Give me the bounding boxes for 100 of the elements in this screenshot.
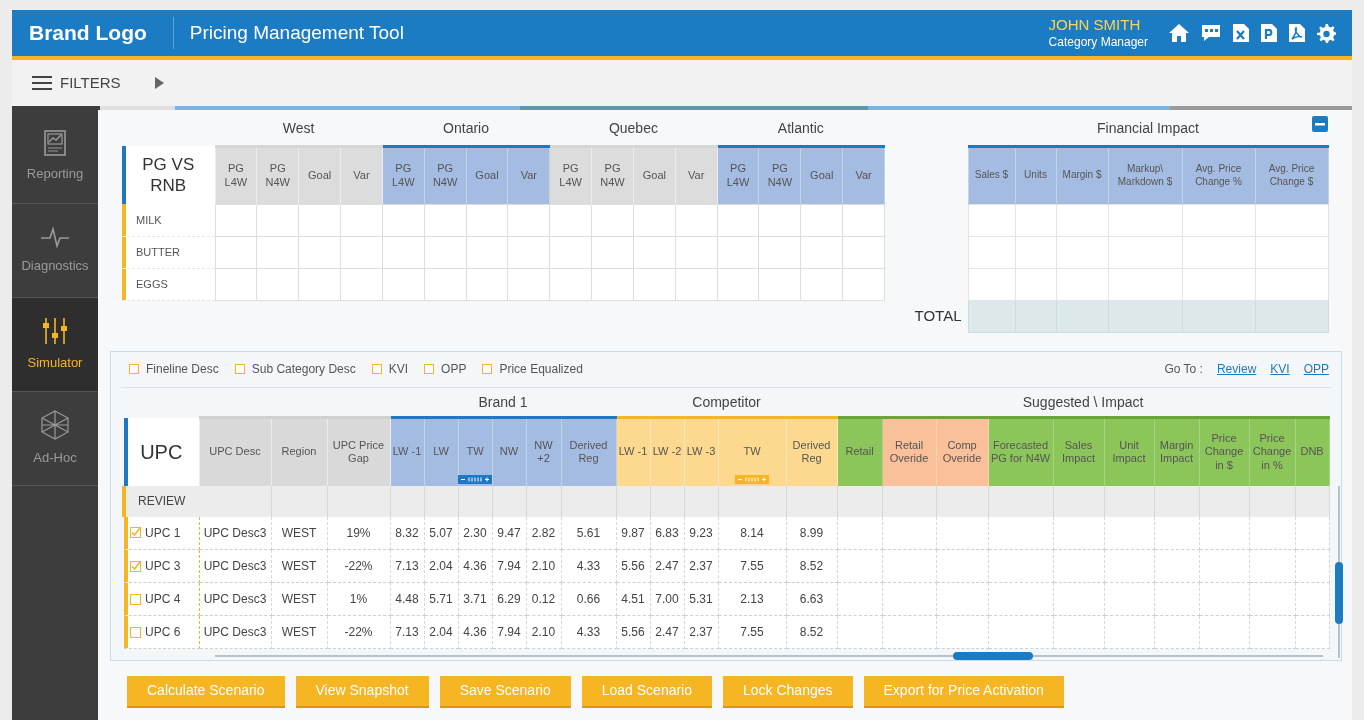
table-cell: UPC Desc3 — [199, 549, 271, 583]
column-header: Derived Reg — [561, 417, 616, 486]
table-cell: WEST — [271, 582, 327, 616]
app-title: Pricing Management Tool — [188, 20, 404, 45]
column-header: NW +2 — [526, 417, 561, 486]
table-cell: 2.13 — [718, 582, 786, 616]
column-header: TW — [718, 417, 786, 486]
column-header: Region — [271, 417, 327, 486]
checkbox-label: Sub Category Desc — [251, 361, 356, 378]
table-cell: -22% — [327, 549, 390, 583]
table-cell: 4.36 — [458, 615, 492, 649]
table-cell: 2.47 — [650, 549, 684, 583]
checkbox[interactable] — [130, 527, 141, 539]
checkbox-label: Price Equalized — [499, 361, 583, 378]
column-header: LW -3 — [684, 417, 718, 486]
column-header: PG L4W — [215, 146, 257, 204]
table-cell: UPC Desc3 — [199, 582, 271, 616]
total-label: TOTAL — [908, 300, 968, 332]
table-cell: 7.94 — [492, 615, 526, 649]
table-cell: 19% — [327, 516, 390, 550]
scrollbar-thumb[interactable] — [1334, 561, 1343, 624]
home-icon[interactable] — [1168, 23, 1190, 43]
presentation-file-icon[interactable] — [1260, 23, 1278, 43]
table-cell: 0.12 — [526, 582, 561, 616]
column-header: LW -2 — [650, 417, 684, 486]
column-header: Markup\ Markdown $ — [1108, 146, 1182, 204]
upc-label: UPC 3 — [145, 558, 181, 575]
table-cell: 5.56 — [616, 615, 650, 649]
user-role: Category Manager — [1048, 34, 1148, 50]
sidebar-item[interactable]: Simulator — [12, 298, 98, 392]
goto-link[interactable]: Review — [1216, 360, 1257, 378]
table-cell: 7.13 — [390, 549, 424, 583]
checkbox[interactable] — [371, 364, 382, 374]
table-cell: 4.36 — [458, 549, 492, 583]
checkbox-label: Fineline Desc — [146, 361, 219, 378]
checkbox[interactable] — [234, 364, 245, 374]
table-cell: 5.07 — [424, 516, 458, 550]
vertical-scrollbar[interactable] — [1337, 485, 1340, 658]
stepper-control[interactable] — [458, 474, 492, 484]
column-header: Goal — [298, 146, 341, 204]
table-cell: 8.52 — [786, 615, 838, 649]
table-cell: WEST — [271, 549, 327, 583]
table-cell: 1% — [327, 582, 390, 616]
row-label: MILK — [122, 204, 215, 236]
table-cell: 8.14 — [718, 516, 786, 550]
column-header: Goal — [466, 146, 508, 204]
table-cell: 2.82 — [526, 516, 561, 550]
pdf-file-icon[interactable] — [1288, 23, 1306, 43]
table-cell: 5.71 — [424, 582, 458, 616]
checkbox-label: OPP — [441, 361, 467, 378]
table-cell: 6.63 — [786, 582, 838, 616]
expand-arrow-icon[interactable] — [154, 77, 164, 89]
column-header: Sales Impact — [1053, 417, 1105, 486]
column-header: LW -1 — [390, 417, 424, 486]
section-label: REVIEW — [124, 485, 271, 517]
table-cell: 6.83 — [650, 516, 684, 550]
goto-link[interactable]: KVI — [1270, 360, 1290, 378]
settings-icon[interactable] — [1316, 23, 1336, 43]
column-header: TW — [458, 417, 492, 486]
filters-label[interactable]: FILTERS — [60, 71, 121, 95]
column-header: Var — [340, 146, 383, 204]
document-chart-icon — [44, 129, 66, 156]
column-header: Retail — [837, 417, 883, 486]
menu-icon[interactable] — [32, 76, 52, 90]
collapse-button[interactable] — [1312, 116, 1328, 132]
column-header: Forecasted PG for N4W — [988, 417, 1054, 486]
table-cell: WEST — [271, 516, 327, 550]
table-cell: 3.71 — [458, 582, 492, 616]
checkbox[interactable] — [130, 626, 141, 638]
chat-icon[interactable] — [1200, 23, 1222, 43]
checkbox[interactable] — [130, 560, 141, 572]
column-header: Units — [1015, 146, 1056, 204]
checkbox[interactable] — [130, 593, 141, 605]
column-header: UPC Price Gap — [327, 417, 390, 486]
table-cell: WEST — [271, 615, 327, 649]
user-name: JOHN SMITH — [1048, 16, 1142, 35]
column-header: Sales $ — [968, 146, 1015, 204]
spreadsheet-file-icon[interactable] — [1232, 23, 1250, 43]
row-label: EGGS — [122, 268, 215, 300]
table-cell: 5.31 — [684, 582, 718, 616]
goto-link[interactable]: OPP — [1303, 360, 1329, 378]
column-header: UPC Desc — [199, 417, 271, 486]
checkbox[interactable] — [129, 364, 139, 374]
table-cell: UPC Desc3 — [199, 615, 271, 649]
column-header: Avg. Price Change $ — [1255, 146, 1329, 204]
column-header: DNB — [1295, 417, 1330, 486]
column-header: PG N4W — [256, 146, 299, 204]
table-cell: 5.56 — [616, 549, 650, 583]
table-cell: 7.00 — [650, 582, 684, 616]
table-cell: 2.30 — [458, 516, 492, 550]
table-cell: 2.37 — [684, 549, 718, 583]
checkbox[interactable] — [482, 364, 493, 374]
scrollbar-thumb[interactable] — [953, 652, 1033, 660]
horizontal-scrollbar[interactable] — [215, 655, 1323, 657]
column-header: Var — [675, 146, 718, 204]
upc-label: UPC 1 — [145, 524, 181, 542]
column-header: NW — [492, 417, 526, 486]
brand-logo: Brand Logo — [12, 17, 174, 49]
table-cell: 0.66 — [561, 582, 616, 616]
checkbox[interactable] — [424, 364, 435, 374]
